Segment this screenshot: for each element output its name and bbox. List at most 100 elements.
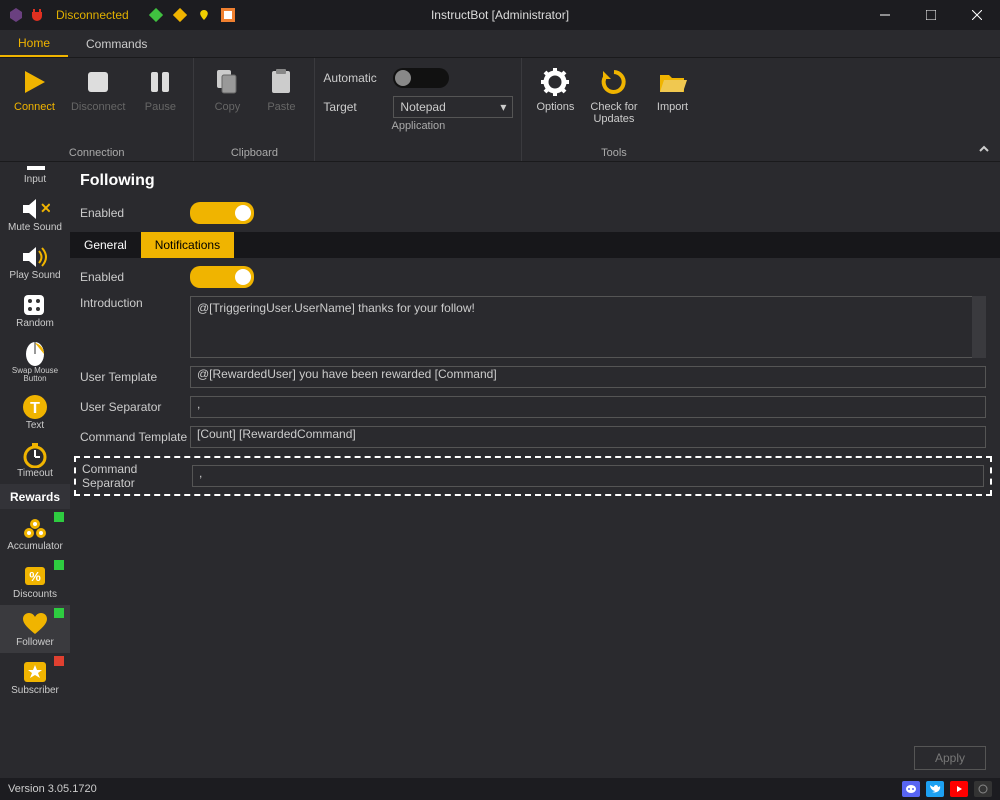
sidebar-item-follower[interactable]: Follower	[0, 605, 70, 653]
youtube-icon[interactable]	[950, 781, 968, 797]
svg-text:✕: ✕	[40, 200, 50, 216]
sidebar-item-input[interactable]: Input	[0, 162, 70, 190]
ribbon-group-tools: Options Check for Updates Import Tools	[522, 58, 705, 161]
status-badge	[54, 560, 64, 570]
statusbar: Version 3.05.1720	[0, 778, 1000, 800]
app-icon	[8, 7, 24, 23]
ribbon-group-label: Connection	[8, 145, 185, 159]
options-button[interactable]: Options	[530, 62, 580, 117]
sidebar-item-text[interactable]: T Text	[0, 388, 70, 436]
refresh-icon	[598, 66, 630, 98]
accumulator-icon	[20, 514, 50, 541]
titlebar: Disconnected InstructBot [Administrator]	[0, 0, 1000, 30]
mute-icon: ✕	[20, 195, 50, 222]
text-icon: T	[20, 393, 50, 420]
speaker-icon	[20, 243, 50, 270]
automatic-toggle[interactable]	[393, 68, 449, 88]
paste-icon	[265, 66, 297, 98]
titlebar-service-icons	[149, 8, 235, 22]
main-tabs: Home Commands	[0, 30, 1000, 58]
discount-icon: %	[20, 562, 50, 589]
sidebar-item-discounts[interactable]: % Discounts	[0, 557, 70, 605]
heart-icon	[20, 610, 50, 637]
plug-icon	[30, 8, 44, 22]
user-separator-label: User Separator	[80, 400, 190, 414]
sidebar-item-mute-sound[interactable]: ✕ Mute Sound	[0, 190, 70, 238]
notifications-enabled-toggle[interactable]	[190, 266, 254, 288]
ribbon-collapse-icon[interactable]	[978, 143, 990, 155]
connection-status: Disconnected	[56, 8, 129, 22]
sidebar-item-timeout[interactable]: Timeout	[0, 436, 70, 484]
command-template-label: Command Template	[80, 430, 190, 444]
statusbar-icons	[902, 781, 992, 797]
scrollbar[interactable]	[972, 296, 986, 358]
service-icon-3[interactable]	[197, 8, 211, 22]
introduction-label: Introduction	[80, 296, 190, 310]
copy-button[interactable]: Copy	[202, 62, 252, 117]
command-separator-label: Command Separator	[82, 462, 192, 490]
pause-button[interactable]: Pause	[135, 62, 185, 117]
svg-text:T: T	[30, 400, 40, 417]
minimize-button[interactable]	[862, 0, 908, 30]
version-text: Version 3.05.1720	[8, 783, 97, 795]
close-button[interactable]	[954, 0, 1000, 30]
sidebar-item-swap-mouse[interactable]: Swap Mouse Button	[0, 334, 70, 388]
service-icon-1[interactable]	[149, 8, 163, 22]
dice-icon	[20, 291, 50, 318]
twitter-icon[interactable]	[926, 781, 944, 797]
tab-home[interactable]: Home	[0, 30, 68, 57]
maximize-button[interactable]	[908, 0, 954, 30]
target-value: Notepad	[400, 100, 445, 114]
stopwatch-icon	[20, 441, 50, 468]
subtab-notifications[interactable]: Notifications	[141, 232, 234, 258]
target-label: Target	[323, 100, 383, 114]
introduction-input[interactable]: @[TriggeringUser.UserName] thanks for yo…	[190, 296, 986, 358]
subtabs: General Notifications	[70, 232, 1000, 258]
sidebar-item-subscriber[interactable]: Subscriber	[0, 653, 70, 701]
user-template-input[interactable]: @[RewardedUser] you have been rewarded […	[190, 366, 986, 388]
user-separator-input[interactable]: ,	[190, 396, 986, 418]
service-icon-4[interactable]	[221, 8, 235, 22]
window-title: InstructBot [Administrator]	[431, 8, 569, 22]
status-badge	[54, 512, 64, 522]
subtab-general[interactable]: General	[70, 232, 141, 258]
check-updates-button[interactable]: Check for Updates	[584, 62, 643, 129]
import-button[interactable]: Import	[647, 62, 697, 117]
connect-button[interactable]: Connect	[8, 62, 61, 117]
ribbon: Connect Disconnect Pause Connection Copy…	[0, 58, 1000, 162]
status-badge	[54, 656, 64, 666]
user-template-label: User Template	[80, 370, 190, 384]
copy-icon	[211, 66, 243, 98]
misc-icon[interactable]	[974, 781, 992, 797]
titlebar-left: Disconnected	[0, 7, 129, 23]
page-title: Following	[80, 172, 986, 190]
paste-button[interactable]: Paste	[256, 62, 306, 117]
notif-enabled-label: Enabled	[80, 270, 190, 284]
window-controls	[862, 0, 1000, 30]
highlighted-row: Command Separator ,	[74, 456, 992, 496]
apply-button[interactable]: Apply	[914, 746, 986, 770]
ribbon-group-clipboard: Copy Paste Clipboard	[194, 58, 315, 161]
sidebar-item-accumulator[interactable]: Accumulator	[0, 509, 70, 557]
command-template-input[interactable]: [Count] [RewardedCommand]	[190, 426, 986, 448]
mouse-icon	[20, 339, 50, 366]
chevron-down-icon: ▾	[500, 100, 506, 114]
sidebar: Input ✕ Mute Sound Play Sound Random Swa…	[0, 162, 70, 778]
service-icon-2[interactable]	[173, 8, 187, 22]
stop-icon	[82, 66, 114, 98]
ribbon-group-label: Clipboard	[202, 145, 306, 159]
keyboard-icon	[20, 162, 50, 174]
folder-icon	[656, 66, 688, 98]
gear-icon	[539, 66, 571, 98]
command-separator-input[interactable]: ,	[192, 465, 984, 487]
discord-icon[interactable]	[902, 781, 920, 797]
body: Input ✕ Mute Sound Play Sound Random Swa…	[0, 162, 1000, 778]
disconnect-button[interactable]: Disconnect	[65, 62, 131, 117]
target-select[interactable]: Notepad ▾	[393, 96, 513, 118]
sidebar-item-random[interactable]: Random	[0, 286, 70, 334]
content: Following Enabled General Notifications …	[70, 162, 1000, 778]
play-icon	[18, 66, 50, 98]
tab-commands[interactable]: Commands	[68, 30, 165, 57]
sidebar-item-play-sound[interactable]: Play Sound	[0, 238, 70, 286]
following-enabled-toggle[interactable]	[190, 202, 254, 224]
